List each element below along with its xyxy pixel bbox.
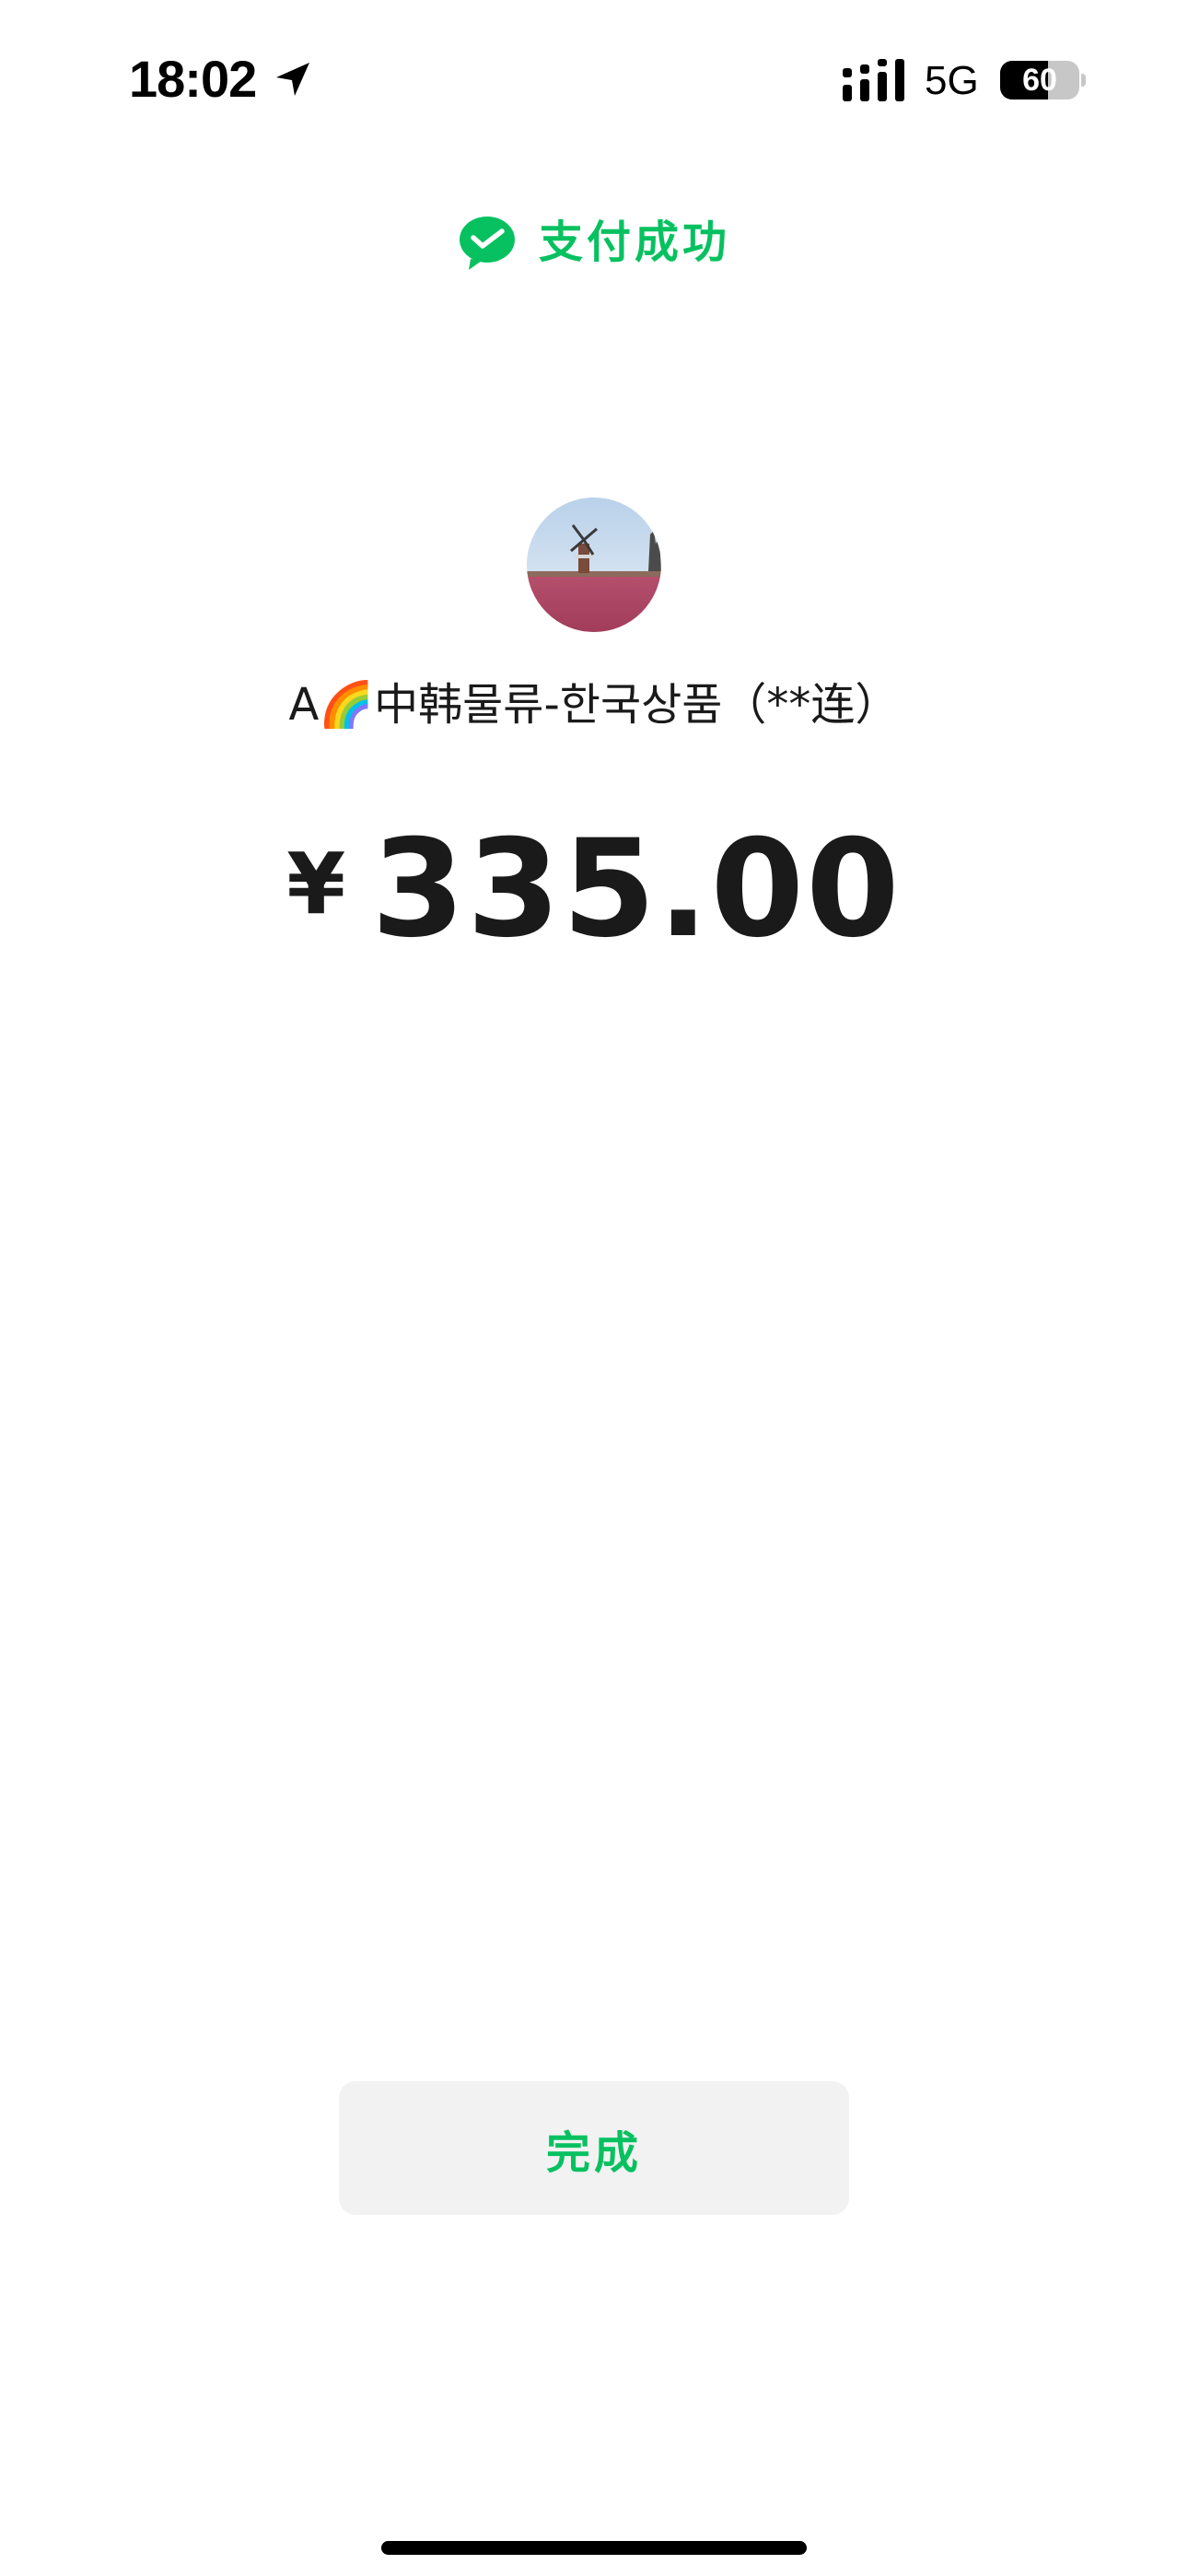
done-button[interactable]: 完成	[339, 2081, 849, 2215]
wechat-pay-icon	[459, 217, 515, 270]
windmill-avatar-image	[527, 498, 661, 632]
battery-level-label: 60	[1022, 63, 1057, 98]
payment-success-screen: 18:02 5G 60 支付成功 A🌈中韩물류-한국상품（**连） ¥ 335.…	[0, 0, 1188, 2576]
amount-value: 335.00	[371, 811, 902, 967]
battery-icon: 60	[1000, 61, 1086, 100]
payee-avatar	[527, 498, 661, 632]
battery-cap	[1081, 74, 1086, 87]
currency-symbol: ¥	[286, 835, 346, 933]
status-time: 18:02	[129, 50, 257, 108]
payment-status-header: 支付成功	[0, 210, 1188, 275]
payment-amount: ¥ 335.00	[0, 811, 1188, 977]
status-bar: 18:02 5G 60	[0, 0, 1188, 157]
home-indicator[interactable]	[381, 2541, 807, 2555]
location-arrow-icon	[276, 63, 309, 96]
payee-name: A🌈中韩물류-한국상품（**连）	[288, 679, 900, 731]
network-type-label: 5G	[925, 58, 979, 103]
payment-status-text: 支付成功	[538, 217, 730, 268]
battery-body: 60	[1000, 61, 1079, 100]
cellular-signal-icon	[843, 59, 904, 101]
done-button-label: 完成	[545, 2126, 642, 2179]
